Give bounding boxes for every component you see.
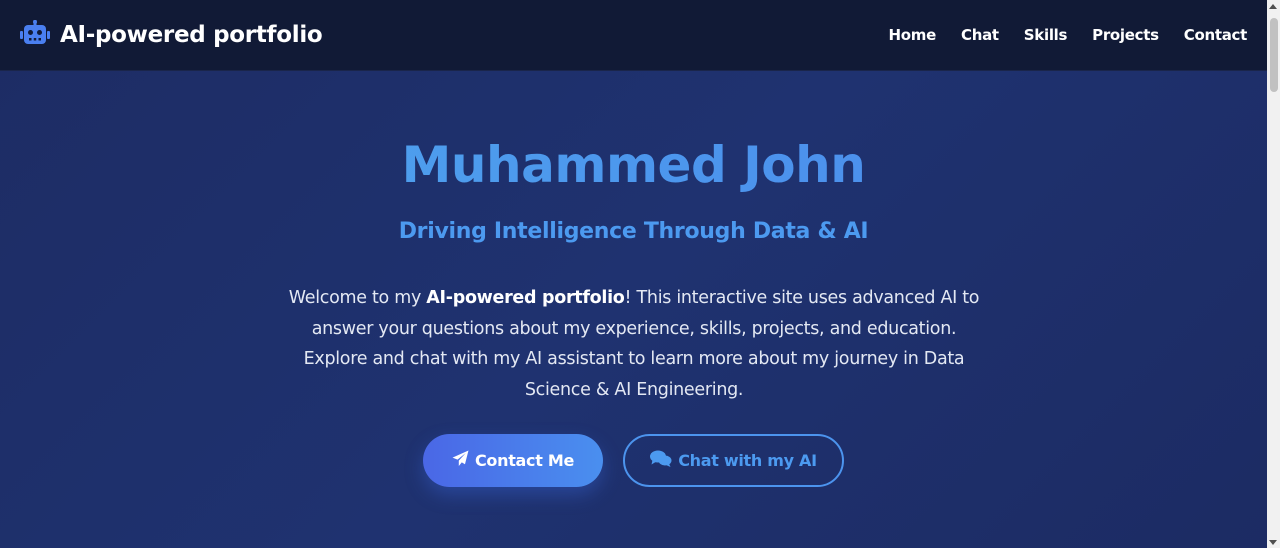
nav-links: Home Chat Skills Projects Contact: [889, 26, 1248, 44]
robot-icon: [20, 20, 50, 50]
scroll-down-arrow-icon[interactable]: [1269, 540, 1277, 545]
contact-me-label: Contact Me: [474, 451, 575, 470]
brand[interactable]: AI-powered portfolio: [20, 20, 323, 50]
nav-link-projects[interactable]: Projects: [1092, 26, 1159, 44]
page-scrollbar[interactable]: [1267, 0, 1280, 548]
description-highlight: AI-powered portfolio: [426, 288, 625, 308]
contact-me-button[interactable]: Contact Me: [423, 434, 603, 487]
chat-with-ai-label: Chat with my AI: [678, 451, 817, 470]
nav-link-chat[interactable]: Chat: [961, 26, 999, 44]
description-prefix: Welcome to my: [288, 288, 427, 308]
navbar: AI-powered portfolio Home Chat Skills Pr…: [0, 0, 1267, 71]
brand-title: AI-powered portfolio: [60, 22, 323, 48]
hero-tagline: Driving Intelligence Through Data & AI: [398, 219, 869, 244]
nav-link-skills[interactable]: Skills: [1024, 26, 1068, 44]
scroll-up-arrow-icon[interactable]: [1269, 4, 1277, 9]
hero-description: Welcome to my AI-powered portfolio! This…: [284, 283, 984, 405]
paper-plane-icon: [452, 450, 469, 471]
chat-with-ai-button[interactable]: Chat with my AI: [623, 434, 844, 487]
hero-section: Muhammed John Driving Intelligence Throu…: [0, 71, 1267, 548]
scroll-thumb[interactable]: [1270, 18, 1278, 92]
chat-bubbles-icon: [650, 450, 672, 471]
nav-link-contact[interactable]: Contact: [1184, 26, 1248, 44]
nav-link-home[interactable]: Home: [889, 26, 937, 44]
hero-name: Muhammed John: [0, 137, 1267, 193]
